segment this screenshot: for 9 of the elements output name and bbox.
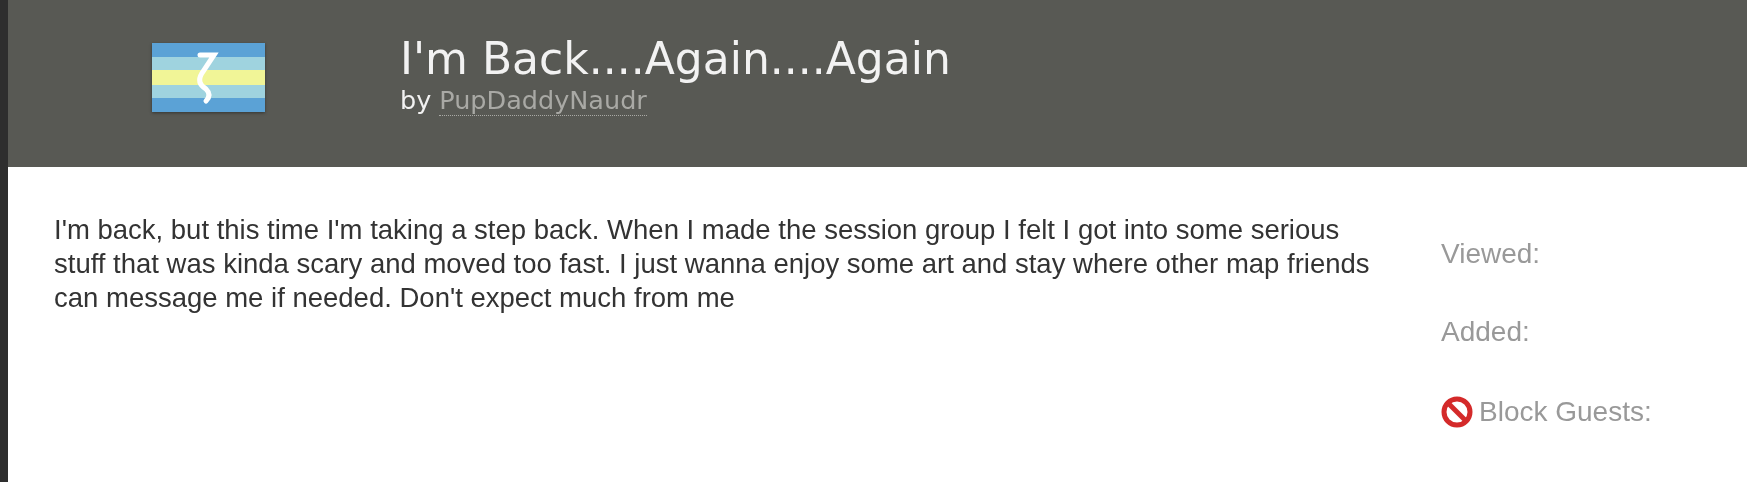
detail-label: Block Guests: bbox=[1479, 398, 1652, 426]
prohibited-icon bbox=[1441, 396, 1473, 428]
byline-prefix: by bbox=[400, 85, 432, 116]
flag-icon bbox=[152, 43, 265, 112]
post-body: I'm back, but this time I'm taking a step back. When I made the session group I felt I got into some serious stuff that was kinda scary and moved too fast. I just wanna enjoy some art and stay where other map friends can message me if needed. Don't expect much from me bbox=[54, 213, 1371, 315]
author-link[interactable]: PupDaddyNaudr bbox=[439, 85, 647, 117]
detail-label: Viewed: bbox=[1441, 240, 1541, 268]
post-title: I'm Back....Again....Again bbox=[400, 32, 951, 86]
detail-label: Added: bbox=[1441, 318, 1530, 346]
